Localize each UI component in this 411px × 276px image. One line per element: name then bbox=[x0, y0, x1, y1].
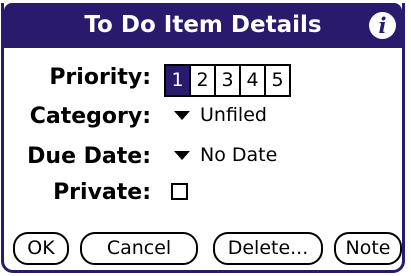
dialog-title-bar: To Do Item Details i bbox=[4, 3, 402, 48]
dropdown-triangle-icon bbox=[174, 110, 190, 120]
dialog-title: To Do Item Details bbox=[84, 12, 322, 38]
category-value: Unfiled bbox=[200, 104, 267, 126]
private-label: Private: bbox=[53, 180, 151, 205]
priority-3-button[interactable]: 3 bbox=[216, 66, 241, 95]
cancel-button[interactable]: Cancel bbox=[80, 232, 198, 265]
due-date-picker[interactable]: No Date bbox=[174, 144, 277, 166]
ok-button[interactable]: OK bbox=[13, 232, 69, 265]
priority-4-button[interactable]: 4 bbox=[241, 66, 266, 95]
category-label: Category: bbox=[29, 104, 151, 129]
private-checkbox[interactable] bbox=[171, 183, 188, 200]
dropdown-triangle-icon bbox=[174, 150, 190, 160]
due-date-value: No Date bbox=[200, 144, 278, 166]
priority-5-button[interactable]: 5 bbox=[266, 66, 289, 95]
todo-item-details-dialog: To Do Item Details i Priority: 1 2 3 4 5… bbox=[1, 3, 405, 273]
due-date-label: Due Date: bbox=[27, 144, 151, 169]
priority-label: Priority: bbox=[49, 65, 151, 90]
category-picker[interactable]: Unfiled bbox=[174, 104, 267, 126]
priority-selector: 1 2 3 4 5 bbox=[164, 64, 291, 97]
info-icon[interactable]: i bbox=[369, 12, 396, 39]
note-button[interactable]: Note bbox=[334, 232, 402, 265]
delete-button[interactable]: Delete... bbox=[213, 232, 323, 265]
priority-1-button[interactable]: 1 bbox=[166, 66, 191, 95]
priority-2-button[interactable]: 2 bbox=[191, 66, 216, 95]
